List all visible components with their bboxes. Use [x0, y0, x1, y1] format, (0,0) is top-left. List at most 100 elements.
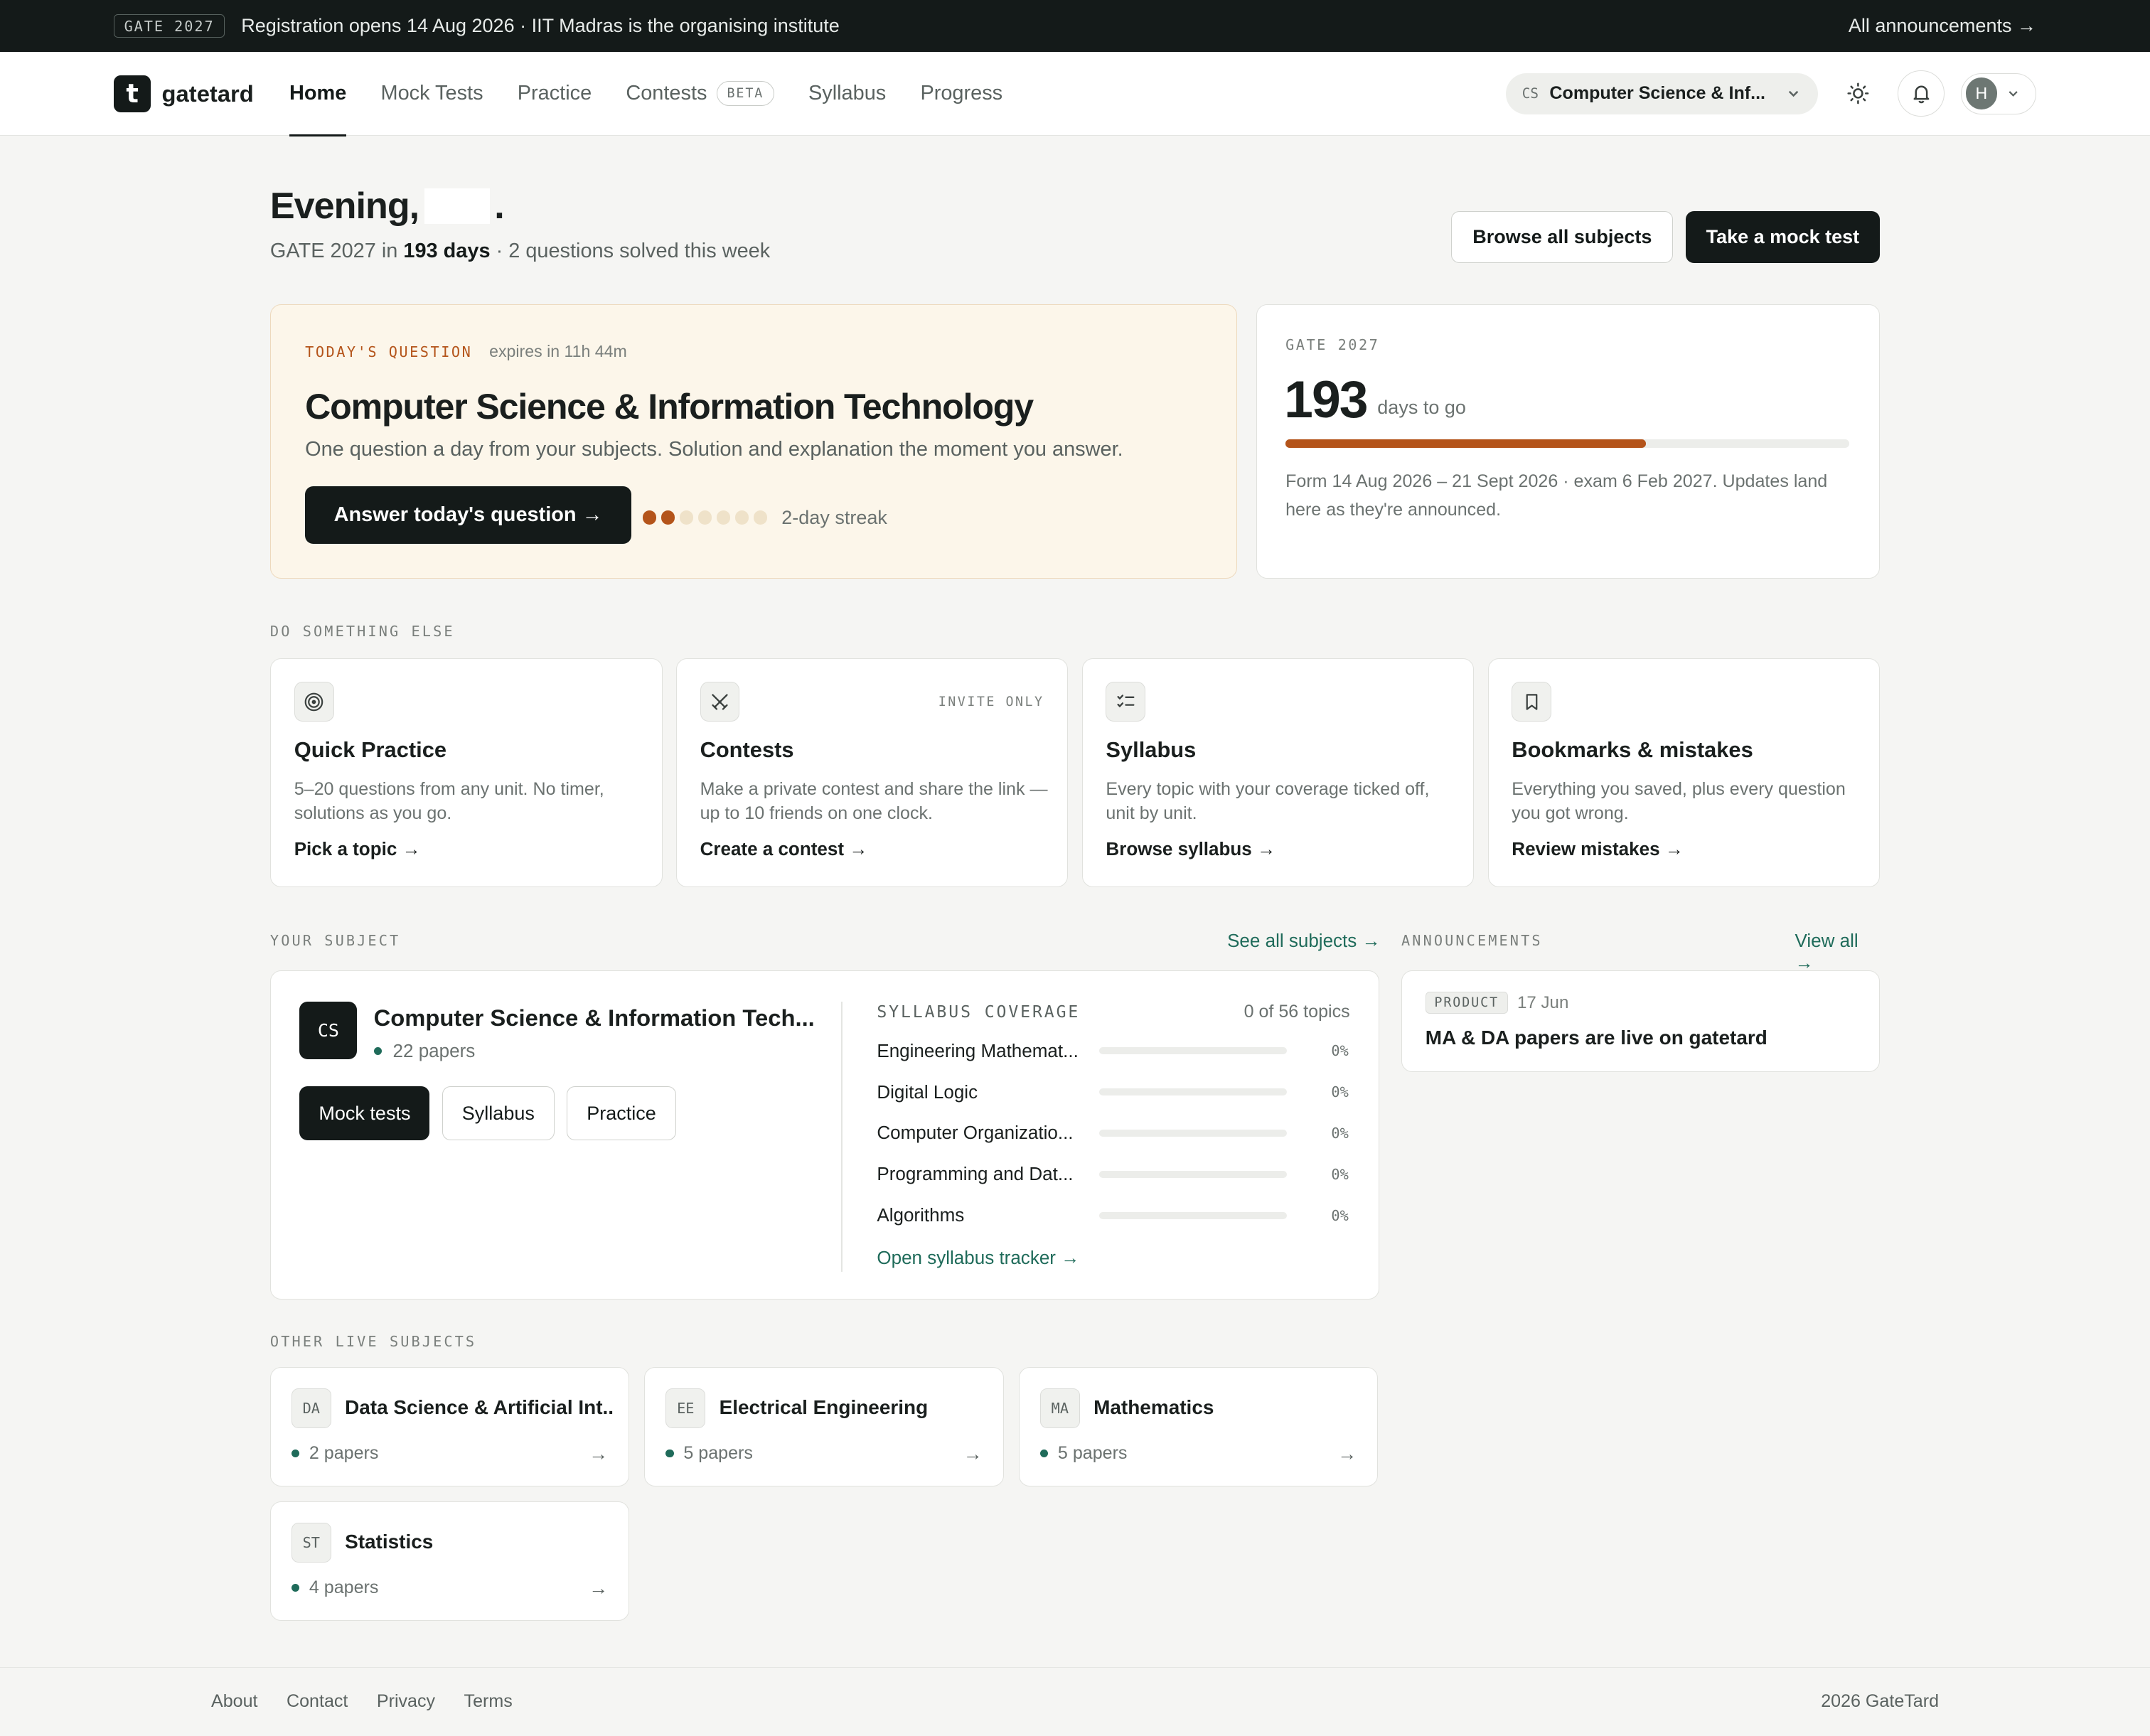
unit-progress-bar: [1098, 1047, 1287, 1055]
subject-card-ee[interactable]: EE Electrical Engineering 5 papers →: [644, 1366, 1004, 1486]
tile-desc: Make a private contest and share the lin…: [700, 778, 1048, 824]
coverage-row: Digital Logic 0%: [877, 1080, 1348, 1105]
subject-selector[interactable]: CS Computer Science & Inf...: [1505, 73, 1819, 114]
unit-percent: 0%: [1331, 1165, 1349, 1183]
divider: [841, 1001, 843, 1272]
review-mistakes-link[interactable]: Review mistakes →: [1512, 838, 1684, 860]
subject-card-ma[interactable]: MA Mathematics 5 papers →: [1018, 1366, 1379, 1486]
footer-about-link[interactable]: About: [211, 1691, 258, 1712]
nav-practice[interactable]: Practice: [518, 52, 592, 136]
tile-title: Contests: [700, 736, 794, 762]
nav-progress[interactable]: Progress: [920, 52, 1002, 136]
practice-button[interactable]: Practice: [567, 1086, 676, 1140]
mock-tests-button[interactable]: Mock tests: [299, 1086, 430, 1140]
unit-name: Algorithms: [877, 1204, 965, 1226]
subject-code-badge: DA: [291, 1388, 331, 1428]
unit-percent: 0%: [1331, 1206, 1349, 1224]
arrow-right-icon: →: [1337, 1442, 1357, 1464]
all-announcements-link[interactable]: All announcements →: [1849, 15, 2036, 37]
tile-title: Syllabus: [1106, 736, 1197, 762]
live-dot: [1039, 1449, 1049, 1458]
bookmarks-tile[interactable]: Bookmarks & mistakes Everything you save…: [1487, 658, 1881, 887]
countdown-days: 193: [1284, 370, 1368, 429]
subject-name: Electrical Engineering: [719, 1396, 929, 1419]
greeting-prefix: Evening,: [269, 186, 419, 227]
syllabus-tile[interactable]: Syllabus Every topic with your coverage …: [1081, 658, 1475, 887]
unit-name: Digital Logic: [877, 1081, 978, 1103]
coverage-row: Programming and Dat... 0%: [877, 1162, 1348, 1187]
nav-home[interactable]: Home: [289, 52, 346, 137]
coverage-row: Computer Organizatio... 0%: [877, 1121, 1348, 1146]
subject-name: Computer Science & Information Tech...: [373, 1004, 815, 1031]
subject-papers: 2 papers: [291, 1442, 379, 1464]
subject-name: Mathematics: [1093, 1396, 1214, 1419]
answer-question-button[interactable]: Answer today's question →: [305, 486, 632, 544]
announcement-text: Registration opens 14 Aug 2026 · IIT Mad…: [241, 15, 840, 37]
countdown-unit: days to go: [1377, 397, 1466, 419]
footer: About Contact Privacy Terms 2026 GateTar…: [0, 1667, 2150, 1735]
live-dot: [373, 1046, 383, 1056]
nav-right: CS Computer Science & Inf... H: [1505, 70, 2036, 117]
live-dot: [665, 1449, 674, 1458]
quick-practice-tile[interactable]: Quick Practice 5–20 questions from any u…: [269, 658, 663, 887]
checklist-icon: [1106, 682, 1146, 722]
subject-code-badge: MA: [1039, 1388, 1080, 1428]
expiry-text: expires in 11h 44m: [489, 342, 627, 361]
logo-icon[interactable]: t: [114, 75, 151, 112]
open-syllabus-tracker-link[interactable]: Open syllabus tracker →: [877, 1247, 1079, 1269]
coverage-count: 0 of 56 topics: [1244, 1001, 1350, 1022]
redacted-name: [424, 188, 491, 225]
nav-contests[interactable]: Contests BETA: [626, 52, 774, 136]
footer-privacy-link[interactable]: Privacy: [377, 1691, 435, 1712]
announcement-date: 17 Jun: [1517, 993, 1569, 1013]
unit-name: Engineering Mathemat...: [877, 1039, 1079, 1061]
notifications-button[interactable]: [1898, 70, 1945, 117]
see-all-subjects-link[interactable]: See all subjects →: [1227, 930, 1380, 952]
footer-terms-link[interactable]: Terms: [464, 1691, 513, 1712]
browse-subjects-button[interactable]: Browse all subjects: [1451, 210, 1674, 264]
contests-tile[interactable]: INVITE ONLY Contests Make a private cont…: [675, 658, 1069, 887]
hero-actions: Browse all subjects Take a mock test: [1451, 210, 1881, 264]
tile-title: Bookmarks & mistakes: [1512, 736, 1753, 762]
papers-count: 2 papers: [309, 1442, 379, 1463]
copyright: 2026 GateTard: [1821, 1691, 1940, 1712]
bell-icon: [1913, 85, 1929, 104]
announcement-title: MA & DA papers are live on gatetard: [1425, 1026, 1767, 1049]
beta-badge: BETA: [716, 81, 774, 106]
do-something-else-label: DO SOMETHING ELSE: [269, 622, 455, 640]
unit-progress-bar: [1098, 1088, 1287, 1095]
pick-topic-link[interactable]: Pick a topic →: [294, 838, 421, 860]
gate-tag: GATE 2027: [114, 14, 225, 38]
countdown-progress-bar: [1285, 439, 1849, 448]
nav-mock-tests[interactable]: Mock Tests: [380, 52, 483, 136]
papers-count: 5 papers: [1057, 1442, 1128, 1463]
days-remaining: 193 days: [403, 240, 491, 263]
papers-count: 4 papers: [309, 1577, 379, 1597]
avatar: H: [1965, 77, 1998, 109]
subject-papers: 5 papers: [1039, 1442, 1128, 1464]
view-all-announcements-link[interactable]: View all →: [1795, 930, 1881, 974]
announcement-item[interactable]: PRODUCT 17 Jun MA & DA papers are live o…: [1401, 970, 1881, 1073]
top-nav: t gatetard Home Mock Tests Practice Cont…: [0, 52, 2150, 137]
subject-code: CS: [1521, 85, 1539, 102]
subject-code-badge: CS: [299, 1001, 358, 1059]
exam-countdown-subline: GATE 2027 in 193 days · 2 questions solv…: [270, 240, 770, 263]
create-contest-link[interactable]: Create a contest →: [700, 838, 868, 860]
tile-desc: 5–20 questions from any unit. No timer, …: [294, 778, 604, 824]
footer-contact-link[interactable]: Contact: [287, 1691, 348, 1712]
theme-toggle-button[interactable]: [1835, 70, 1882, 117]
arrow-right-icon: →: [589, 1577, 609, 1599]
brand-name[interactable]: gatetard: [162, 80, 254, 107]
subject-card-st[interactable]: ST Statistics 4 papers →: [269, 1501, 630, 1621]
live-dot: [291, 1583, 300, 1592]
unit-name: Programming and Dat...: [877, 1163, 1074, 1185]
nav-syllabus[interactable]: Syllabus: [808, 52, 886, 136]
browse-syllabus-link[interactable]: Browse syllabus →: [1106, 838, 1275, 860]
syllabus-button[interactable]: Syllabus: [442, 1086, 555, 1140]
take-mock-test-button[interactable]: Take a mock test: [1685, 210, 1881, 264]
subject-card-da[interactable]: DA Data Science & Artificial Int... 2 pa…: [269, 1366, 630, 1486]
account-menu[interactable]: H: [1960, 73, 2036, 114]
streak-dot-filled: [660, 510, 675, 525]
subline-suffix: · 2 questions solved this week: [496, 240, 771, 263]
unit-progress-bar: [1098, 1211, 1287, 1219]
